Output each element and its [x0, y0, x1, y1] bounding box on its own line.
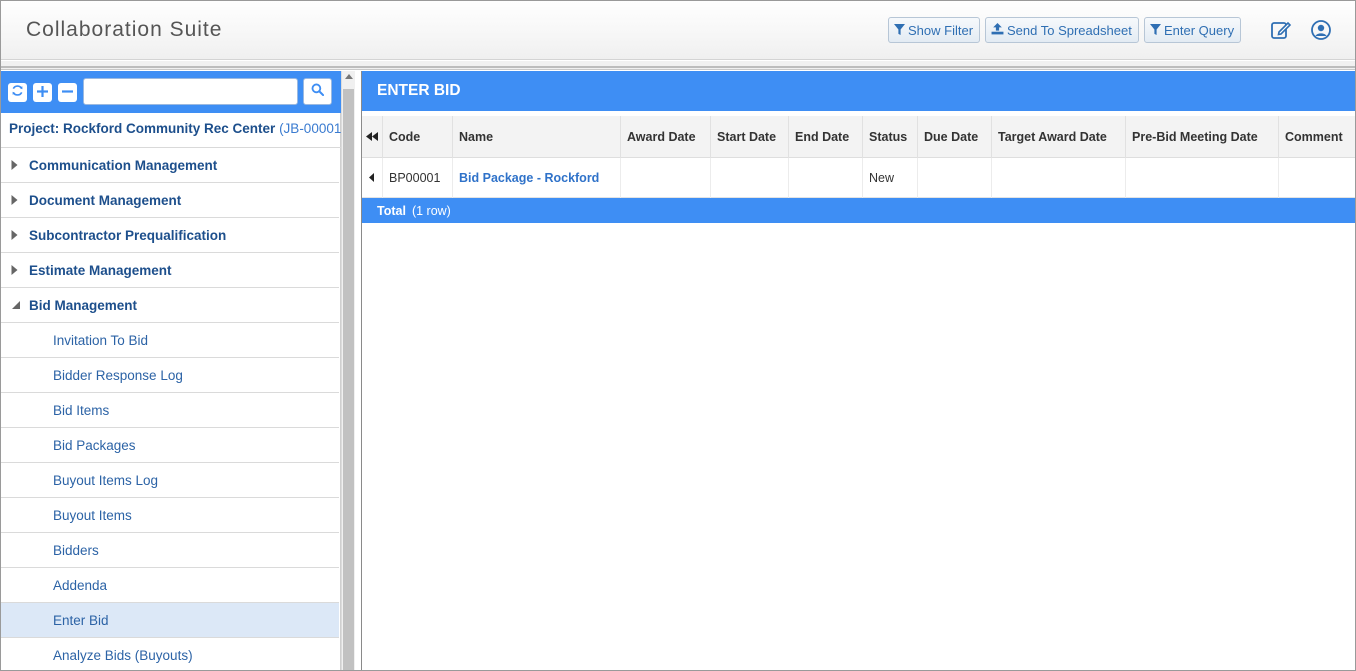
cell-comment	[1278, 158, 1355, 198]
tree-group-bid-management[interactable]: Bid Management	[1, 288, 339, 323]
expand-all-button[interactable]	[33, 83, 52, 102]
tree-item-label: Bid Items	[53, 402, 110, 418]
page-title: ENTER BID	[377, 82, 461, 99]
scroll-up-arrow-icon[interactable]	[345, 74, 353, 79]
tree-item-label: Bid Packages	[53, 437, 136, 453]
caret-right-icon	[11, 160, 29, 170]
tree-item-label: Bidders	[53, 542, 99, 558]
tree-item-invitation-to-bid[interactable]: Invitation To Bid	[1, 323, 339, 358]
column-header-status[interactable]: Status	[862, 116, 917, 158]
cell-end-date	[788, 158, 862, 198]
tree-item-label: Bidder Response Log	[53, 367, 183, 383]
tree-group-label: Bid Management	[29, 297, 138, 313]
tree-item-buyout-items-log[interactable]: Buyout Items Log	[1, 463, 339, 498]
tree-item-label: Analyze Bids (Buyouts)	[53, 647, 193, 663]
user-profile-icon[interactable]	[1309, 18, 1333, 42]
column-header-name[interactable]: Name	[452, 116, 620, 158]
column-header-code[interactable]: Code	[382, 116, 452, 158]
upload-icon	[991, 22, 1007, 38]
sidebar-toolbar	[1, 71, 341, 113]
scrollbar-thumb[interactable]	[343, 89, 354, 670]
tree-item-bid-packages[interactable]: Bid Packages	[1, 428, 339, 463]
column-header-due-date[interactable]: Due Date	[917, 116, 991, 158]
tree-search-button[interactable]	[303, 78, 332, 105]
tree-group-estimate-management[interactable]: Estimate Management	[1, 253, 339, 288]
tree-group-subcontractor-prequalification[interactable]: Subcontractor Prequalification	[1, 218, 339, 253]
column-header-start-date[interactable]: Start Date	[710, 116, 788, 158]
tree-group-label: Document Management	[29, 192, 182, 208]
app-header: Collaboration Suite Show Filter Send To …	[1, 1, 1355, 60]
minus-icon	[62, 84, 73, 102]
caret-left-icon	[369, 171, 374, 185]
caret-down-icon	[11, 301, 29, 309]
tree-group-document-management[interactable]: Document Management	[1, 183, 339, 218]
cell-name-link[interactable]: Bid Package - Rockford	[452, 158, 620, 198]
tree-group-communication-management[interactable]: Communication Management	[1, 148, 339, 183]
enter-query-button[interactable]: Enter Query	[1144, 17, 1242, 43]
tree-item-analyze-bids[interactable]: Analyze Bids (Buyouts)	[1, 638, 339, 670]
caret-right-icon	[11, 230, 29, 240]
tree-item-addenda[interactable]: Addenda	[1, 568, 339, 603]
total-bar: Total (1 row)	[362, 198, 1355, 223]
tree-group-label: Communication Management	[29, 157, 218, 173]
splitter-bar[interactable]	[1, 61, 1355, 70]
tree-group-label: Estimate Management	[29, 262, 172, 278]
main-title-bar: ENTER BID	[362, 71, 1355, 111]
cell-due-date	[917, 158, 991, 198]
send-to-spreadsheet-label: Send To Spreadsheet	[1007, 22, 1132, 38]
refresh-icon	[11, 84, 24, 102]
double-chevron-left-icon	[366, 130, 378, 144]
navigation-sidebar: Project: Rockford Community Rec Center (…	[1, 71, 346, 670]
total-count: (1 row)	[411, 203, 451, 218]
project-name: Project: Rockford Community Rec Center	[9, 121, 276, 136]
send-to-spreadsheet-button[interactable]: Send To Spreadsheet	[985, 17, 1139, 43]
sidebar-scrollbar[interactable]	[341, 71, 355, 670]
tree-item-label: Addenda	[53, 577, 108, 593]
tree-item-label: Invitation To Bid	[53, 332, 149, 348]
tree-item-label: Buyout Items	[53, 507, 132, 523]
refresh-button[interactable]	[8, 83, 27, 102]
tree-item-bid-items[interactable]: Bid Items	[1, 393, 339, 428]
tree-item-bidders[interactable]: Bidders	[1, 533, 339, 568]
column-header-end-date[interactable]: End Date	[788, 116, 862, 158]
project-header[interactable]: Project: Rockford Community Rec Center (…	[1, 113, 346, 148]
plus-icon	[37, 84, 48, 102]
collapse-columns-button[interactable]	[362, 116, 382, 158]
table-row[interactable]: BP00001 Bid Package - Rockford New	[362, 158, 1355, 198]
filter-icon	[1150, 23, 1164, 38]
total-label: Total	[377, 203, 406, 218]
caret-right-icon	[11, 265, 29, 275]
project-code: (JB-00001)	[279, 121, 346, 136]
show-filter-button[interactable]: Show Filter	[888, 17, 981, 43]
tree-item-buyout-items[interactable]: Buyout Items	[1, 498, 339, 533]
tree-item-label: Buyout Items Log	[53, 472, 159, 488]
column-header-comment[interactable]: Comment	[1278, 116, 1355, 158]
cell-status: New	[862, 158, 917, 198]
edit-icon[interactable]	[1269, 18, 1293, 42]
collapse-all-button[interactable]	[58, 83, 77, 102]
tree-item-label: Enter Bid	[53, 612, 109, 628]
cell-target-award-date	[991, 158, 1125, 198]
main-panel: ENTER BID Code Name Award Date Start Dat…	[361, 71, 1355, 670]
tree-item-enter-bid[interactable]: Enter Bid	[1, 603, 339, 638]
cell-pre-bid-meeting-date	[1125, 158, 1278, 198]
show-filter-label: Show Filter	[908, 22, 974, 38]
cell-award-date	[620, 158, 710, 198]
tree-item-bidder-response-log[interactable]: Bidder Response Log	[1, 358, 339, 393]
tree-search-input[interactable]	[83, 78, 298, 105]
tree-group-label: Subcontractor Prequalification	[29, 227, 227, 243]
grid-header: Code Name Award Date Start Date End Date…	[362, 116, 1355, 158]
filter-icon	[894, 23, 908, 38]
row-expand-button[interactable]	[362, 158, 382, 198]
caret-right-icon	[11, 195, 29, 205]
column-header-pre-bid-meeting-date[interactable]: Pre-Bid Meeting Date	[1125, 116, 1278, 158]
search-icon	[311, 83, 325, 101]
column-header-award-date[interactable]: Award Date	[620, 116, 710, 158]
column-header-target-award-date[interactable]: Target Award Date	[991, 116, 1125, 158]
cell-code: BP00001	[382, 158, 452, 198]
cell-start-date	[710, 158, 788, 198]
enter-query-label: Enter Query	[1164, 22, 1235, 38]
app-title: Collaboration Suite	[26, 18, 223, 41]
app-window: Collaboration Suite Show Filter Send To …	[0, 0, 1356, 671]
